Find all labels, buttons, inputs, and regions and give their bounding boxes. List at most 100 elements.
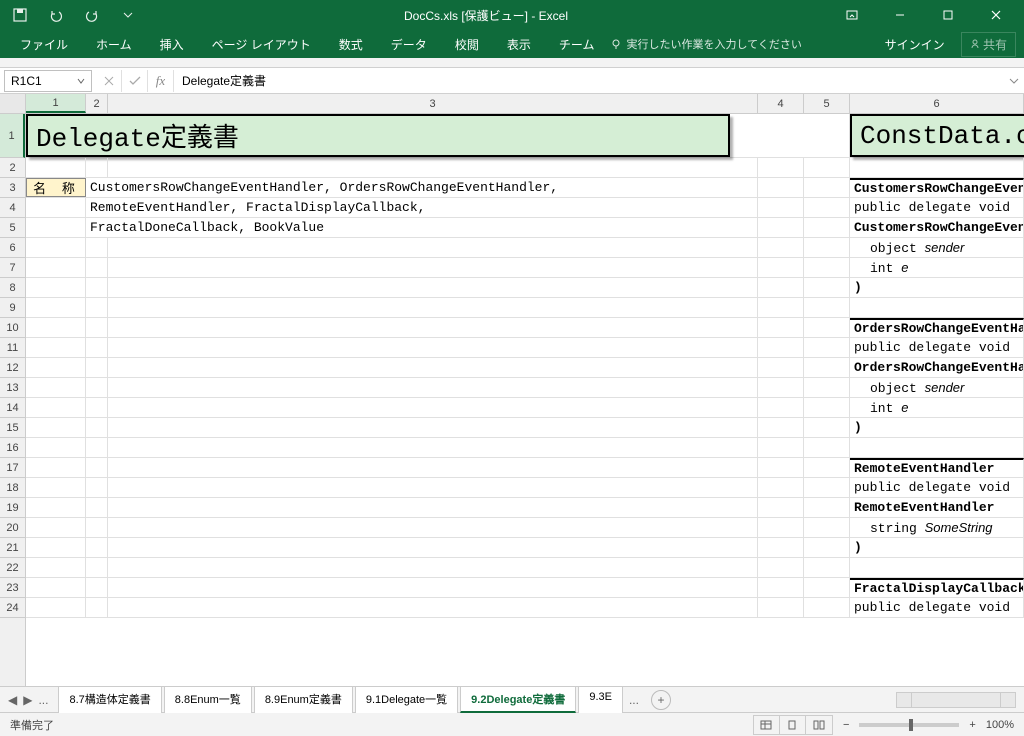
cell[interactable] [758,218,804,237]
cell[interactable] [108,378,758,397]
sheet-nav-next[interactable]: ▶ [23,693,32,707]
zoom-slider[interactable] [859,723,959,727]
cell[interactable] [804,178,850,197]
cell[interactable] [108,318,758,337]
row-header[interactable]: 13 [0,378,25,398]
cell[interactable] [758,178,804,197]
row-header[interactable]: 8 [0,278,25,298]
cell[interactable] [26,598,86,617]
cell[interactable] [86,458,108,477]
cell[interactable] [86,538,108,557]
sheet-more[interactable]: ... [625,693,643,707]
cell[interactable] [108,158,758,177]
code-cell[interactable]: OrdersRowChangeEventHandler [850,318,1024,337]
view-pagebreak-icon[interactable] [806,716,832,734]
sheet-tab[interactable]: 8.9Enum定義書 [254,686,353,713]
cell[interactable] [804,478,850,497]
cell[interactable] [758,518,804,537]
code-cell[interactable]: OrdersRowChangeEventHandler [850,358,1024,377]
cell[interactable] [26,258,86,277]
delegate-list-cell[interactable]: RemoteEventHandler, FractalDisplayCallba… [86,198,758,217]
cell[interactable] [108,238,758,257]
formula-input[interactable] [174,72,1004,90]
code-cell[interactable]: ) [850,278,1024,297]
cell[interactable] [804,398,850,417]
cell[interactable] [86,398,108,417]
sheet-tab[interactable]: 8.8Enum一覧 [164,686,252,713]
cell[interactable] [26,218,86,237]
tab-data[interactable]: データ [379,30,439,59]
cell[interactable] [758,158,804,177]
cell[interactable] [26,278,86,297]
cell[interactable] [804,498,850,517]
cell[interactable] [26,558,86,577]
cell[interactable] [26,518,86,537]
tab-insert[interactable]: 挿入 [148,30,196,59]
undo-icon[interactable] [44,3,68,27]
row-header[interactable]: 7 [0,258,25,278]
cell[interactable] [758,278,804,297]
cell[interactable] [758,378,804,397]
row-header[interactable]: 4 [0,198,25,218]
share-button[interactable]: 共有 [961,32,1016,57]
cell[interactable] [758,538,804,557]
row-header[interactable]: 19 [0,498,25,518]
cell[interactable] [108,458,758,477]
cell[interactable] [26,478,86,497]
row-header[interactable]: 16 [0,438,25,458]
cell[interactable] [86,558,108,577]
row-header[interactable]: 11 [0,338,25,358]
code-cell[interactable]: int e [850,258,1024,277]
cell[interactable] [86,158,108,177]
cell[interactable] [804,598,850,617]
cell[interactable] [758,238,804,257]
cell[interactable] [108,498,758,517]
cell[interactable] [26,198,86,217]
cell[interactable] [86,278,108,297]
cell[interactable] [758,338,804,357]
cell[interactable] [804,238,850,257]
cell[interactable] [758,398,804,417]
cell[interactable] [26,578,86,597]
row-header[interactable]: 14 [0,398,25,418]
zoom-level[interactable]: 100% [986,719,1014,731]
cell[interactable] [86,238,108,257]
row-header[interactable]: 6 [0,238,25,258]
cell[interactable] [108,438,758,457]
row-header[interactable]: 1 [0,114,25,158]
col-header[interactable]: 4 [758,94,804,113]
code-cell[interactable]: object sender [850,238,1024,257]
cell[interactable] [758,198,804,217]
tell-me[interactable]: 実行したい作業を入力してください [610,36,801,52]
tab-team[interactable]: チーム [547,30,607,59]
tab-file[interactable]: ファイル [8,30,80,59]
row-header[interactable]: 24 [0,598,25,618]
cell[interactable] [26,458,86,477]
row-header[interactable]: 17 [0,458,25,478]
cell[interactable] [86,258,108,277]
cell[interactable] [108,258,758,277]
cell[interactable] [26,318,86,337]
fx-button[interactable]: fx [148,70,174,92]
cell[interactable] [108,398,758,417]
cell[interactable] [108,478,758,497]
row-header[interactable]: 2 [0,158,25,178]
cell[interactable] [804,538,850,557]
cell[interactable] [758,458,804,477]
cell[interactable] [758,358,804,377]
cell[interactable] [86,518,108,537]
sheet-nav-prev[interactable]: ◀ [8,693,17,707]
cancel-formula-icon[interactable] [96,70,122,92]
file-title-cell[interactable]: ConstData.cs [850,114,1024,157]
col-header[interactable]: 2 [86,94,108,113]
cell[interactable] [758,438,804,457]
delegate-list-cell[interactable]: FractalDoneCallback, BookValue [86,218,758,237]
row-header[interactable]: 20 [0,518,25,538]
cell[interactable] [108,298,758,317]
cell[interactable] [86,478,108,497]
cell[interactable] [804,418,850,437]
redo-icon[interactable] [80,3,104,27]
name-box[interactable]: R1C1 [4,70,92,92]
cell[interactable] [26,358,86,377]
cell[interactable] [850,438,1024,457]
